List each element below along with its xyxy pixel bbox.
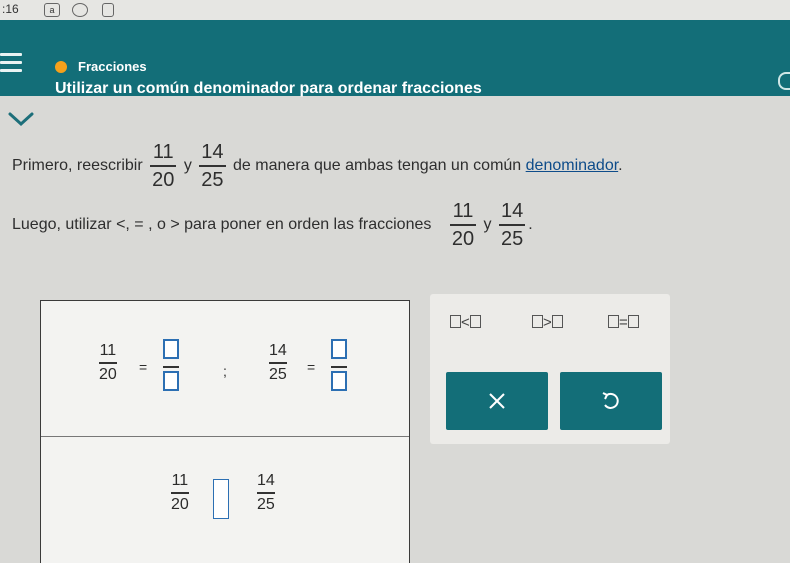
topic-header: Fracciones Utilizar un común denominador… [0, 20, 790, 97]
instruction-line-1: Primero, reescribir 11 20 y 14 25 de man… [12, 142, 623, 190]
app-a-icon: a [44, 3, 60, 17]
greater-than-button[interactable]: > [532, 314, 563, 331]
globe-icon [72, 3, 88, 17]
equals-sign: = [139, 359, 148, 375]
compare-fraction-11-20: 11 20 [171, 472, 189, 513]
answer-workspace: 11 20 = ; 14 25 = 11 20 14 25 [40, 300, 410, 563]
denominator-input-1[interactable] [163, 371, 179, 391]
greater-than-symbol: > [543, 314, 552, 331]
denominator-input-2[interactable] [331, 371, 347, 391]
instruction-line-2: Luego, utilizar <, = , o > para poner en… [12, 201, 533, 249]
menu-icon[interactable] [0, 53, 22, 73]
undo-button[interactable] [560, 372, 662, 430]
less-than-symbol: < [461, 314, 470, 331]
equals-sign: = [307, 359, 316, 375]
separator: ; [223, 363, 227, 379]
work-fraction-11-20: 11 20 [99, 342, 117, 383]
numerator-input-1[interactable] [163, 339, 179, 359]
equal-button[interactable]: = [608, 314, 639, 331]
status-bar: :16 a [0, 0, 790, 22]
x-icon [489, 393, 505, 409]
instruction-text: Primero, reescribir [12, 157, 143, 175]
conjunction-text: y [483, 216, 492, 234]
save-icon [102, 3, 114, 17]
period-text: . [618, 157, 623, 175]
compare-fraction-14-25: 14 25 [257, 472, 275, 513]
help-icon[interactable] [778, 72, 790, 90]
workspace-divider [41, 436, 409, 437]
equal-symbol: = [619, 314, 628, 331]
undo-icon [602, 392, 619, 409]
chevron-down-icon[interactable] [7, 110, 35, 128]
work-fraction-14-25: 14 25 [269, 342, 287, 383]
breadcrumb: Fracciones [78, 59, 147, 74]
comparison-input[interactable] [213, 479, 229, 519]
instruction-text: Luego, utilizar <, = , o > para poner en… [12, 216, 432, 234]
symbol-palette: < > = [430, 294, 670, 444]
page-title: Utilizar un común denominador para orden… [55, 80, 482, 97]
rewrite-fraction-1-input [163, 339, 179, 395]
rewrite-fraction-2-input [331, 339, 347, 395]
less-than-button[interactable]: < [450, 314, 481, 331]
numerator-input-2[interactable] [331, 339, 347, 359]
fraction-11-20: 11 20 [150, 141, 177, 191]
denominator-link[interactable]: denominador [526, 157, 619, 174]
clear-button[interactable] [446, 372, 548, 430]
conjunction-text: y [183, 157, 192, 175]
status-time: :16 [2, 2, 19, 16]
topic-status-dot [55, 61, 67, 73]
instruction-text: de manera que ambas tengan un común [233, 157, 522, 175]
fraction-14-25: 14 25 [199, 141, 226, 191]
fraction-11-20: 11 20 [449, 200, 477, 250]
fraction-14-25: 14 25 [498, 200, 526, 250]
period-text: . [528, 216, 533, 234]
